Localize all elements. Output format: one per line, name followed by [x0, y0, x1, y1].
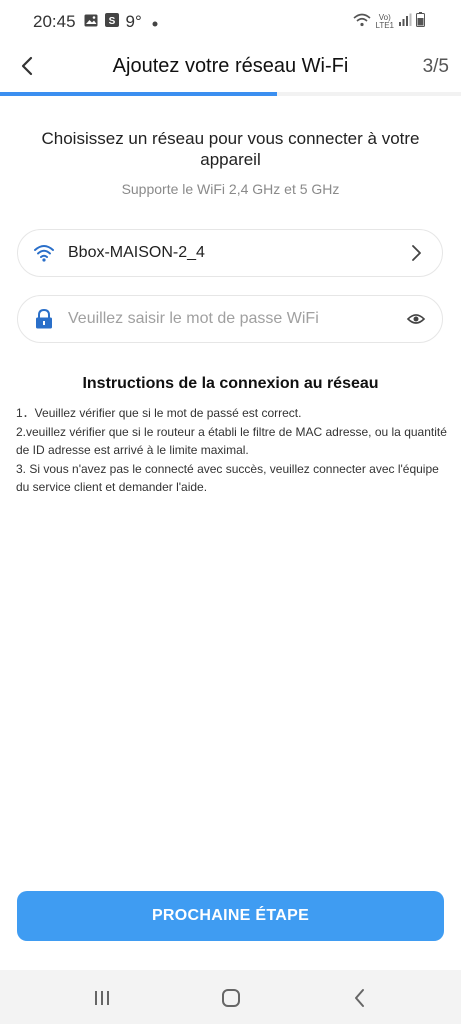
svg-text:S: S [108, 16, 115, 27]
back-icon[interactable] [348, 986, 372, 1010]
instructions-title: Instructions de la connexion au réseau [82, 375, 379, 392]
wifi-calling-icon [353, 13, 371, 32]
status-temperature: 9° [125, 12, 142, 31]
instruction-item: 1．Veuillez vérifier que si le mot de pas… [16, 406, 302, 420]
wifi-password-input[interactable] [68, 307, 388, 331]
instruction-item: 3. Si vous n'avez pas le connecté avec s… [16, 461, 439, 495]
signal-icon [398, 13, 412, 32]
status-left: 20:45 S 9° [33, 12, 158, 32]
instruction-item: 2.veuillez vérifier que si le routeur a … [16, 424, 447, 458]
system-nav-bar [0, 970, 461, 1024]
progress-bar [0, 92, 461, 96]
show-password-eye-icon[interactable] [406, 309, 426, 329]
status-right: Vo) LTE1 [353, 12, 425, 32]
chevron-right-icon [406, 243, 426, 263]
wifi-support-text: Supporte le WiFi 2,4 GHz et 5 GHz [121, 181, 340, 197]
status-time: 20:45 [33, 12, 76, 31]
app-header: Ajoutez votre réseau Wi-Fi 3/5 [0, 44, 461, 92]
recent-apps-icon[interactable] [90, 986, 114, 1010]
instructions-list: 1．Veuillez vérifier que si le mot de pas… [16, 404, 449, 497]
page-title: Ajoutez votre réseau Wi-Fi [112, 55, 349, 77]
volte-lte-icon: Vo) LTE1 [375, 14, 394, 30]
wifi-password-field[interactable] [17, 295, 443, 343]
next-step-button[interactable]: PROCHAINE ÉTAPE [17, 891, 444, 941]
dot-icon [152, 12, 158, 32]
home-icon[interactable] [219, 986, 243, 1010]
battery-icon [416, 12, 425, 32]
lte-text: LTE1 [375, 21, 394, 30]
wifi-network-name: Bbox-MAISON-2_4 [68, 244, 205, 261]
wifi-network-selector[interactable]: Bbox-MAISON-2_4 [17, 229, 443, 277]
gallery-icon [84, 12, 98, 32]
s-app-icon: S [104, 12, 119, 32]
step-indicator: 3/5 [422, 56, 449, 77]
status-bar: 20:45 S 9° Vo) LTE1 [0, 0, 461, 44]
progress-fill [0, 92, 277, 96]
wifi-icon [33, 242, 55, 264]
section-heading: Choisissez un réseau pour vous connecter… [41, 129, 420, 169]
lock-icon [33, 308, 55, 330]
